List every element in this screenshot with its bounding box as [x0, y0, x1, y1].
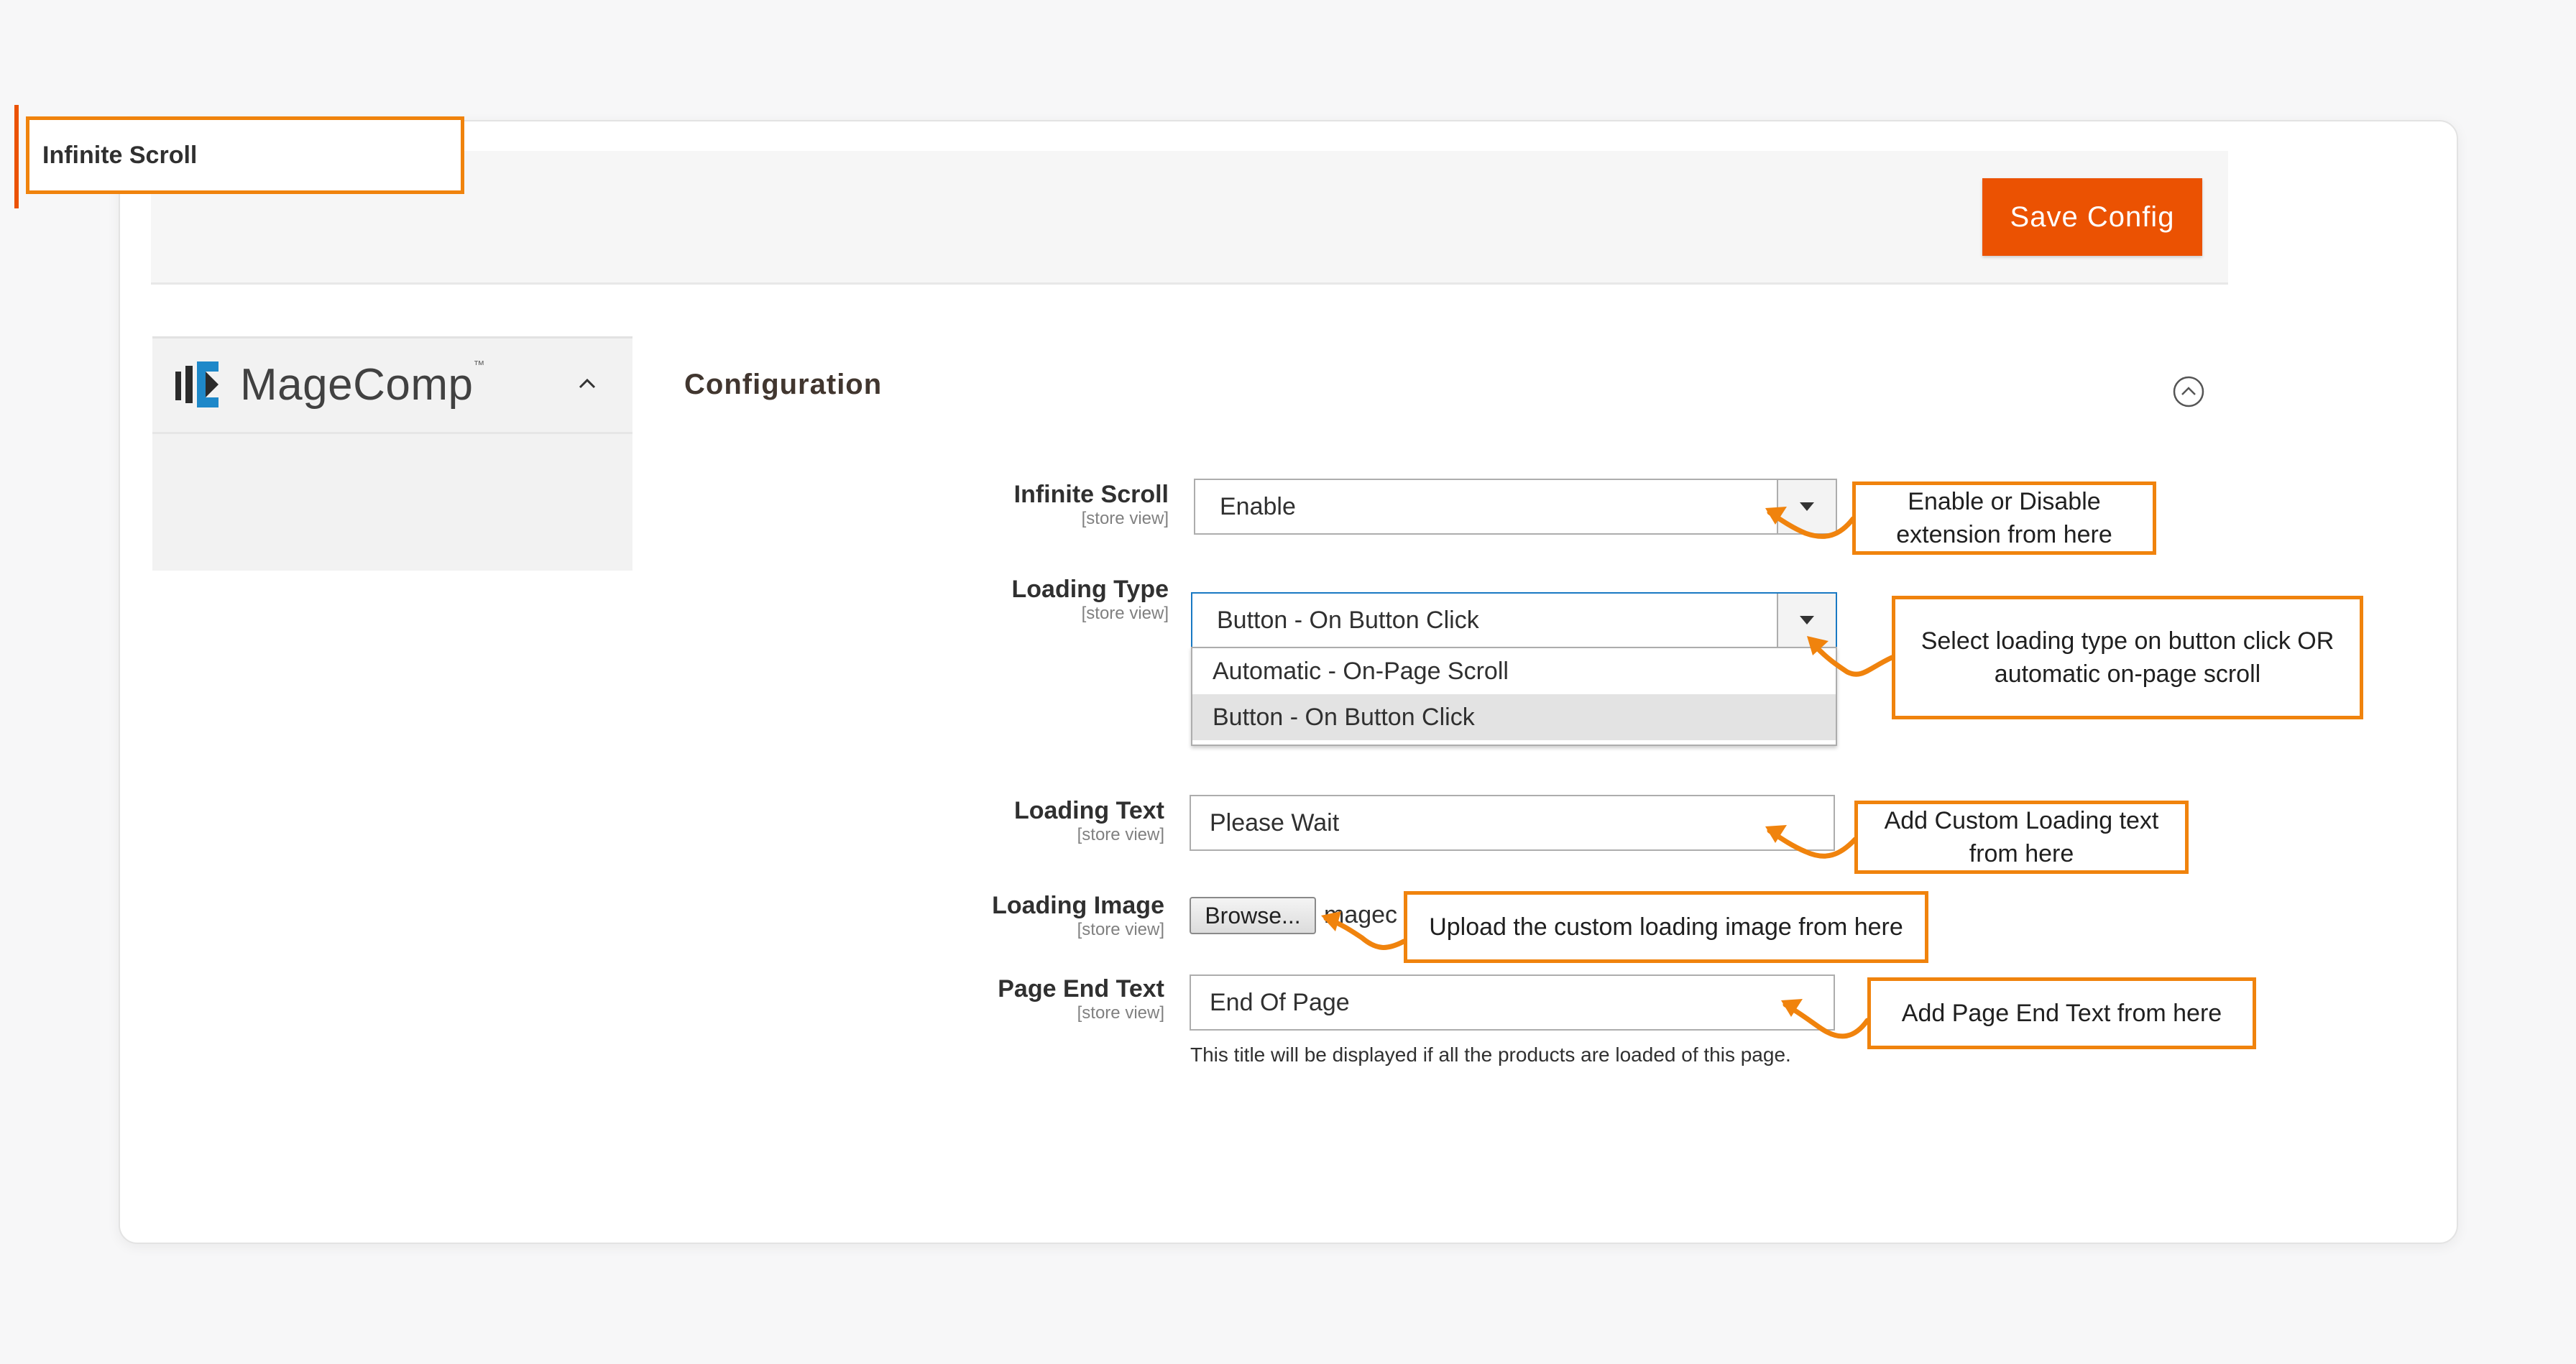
browse-button[interactable]: Browse... [1190, 897, 1316, 934]
collapse-section-icon[interactable] [2172, 375, 2205, 408]
caret-down-icon[interactable] [1777, 480, 1836, 533]
save-config-button[interactable]: Save Config [1982, 178, 2202, 256]
page-end-text-value: End Of Page [1210, 988, 1350, 1016]
infinite-scroll-label: Infinite Scroll [store view] [881, 480, 1169, 529]
brand-name: MageComp™ [240, 359, 485, 410]
page-end-text-label-text: Page End Text [998, 975, 1164, 1003]
caret-down-icon[interactable] [1777, 594, 1836, 647]
callout-enable: Enable or Disable extension from here [1852, 481, 2156, 555]
loading-image-label: Loading Image [store view] [877, 891, 1164, 940]
infinite-scroll-value: Enable [1220, 492, 1296, 520]
loading-text-label-text: Loading Text [1013, 797, 1164, 824]
section-title: Configuration [684, 369, 883, 400]
loading-type-value: Button - On Button Click [1217, 606, 1479, 634]
magecomp-logo: MageComp™ [174, 359, 485, 410]
loading-text-value: Please Wait [1210, 808, 1340, 837]
loading-type-select[interactable]: Button - On Button Click [1191, 592, 1837, 648]
store-view-scope: [store view] [1077, 825, 1164, 844]
page-end-text-input[interactable]: End Of Page [1190, 974, 1835, 1031]
callout-loading-text: Add Custom Loading text from here [1854, 801, 2189, 874]
store-view-scope: [store view] [1081, 509, 1169, 528]
loading-image-label-text: Loading Image [992, 892, 1164, 919]
loading-text-input[interactable]: Please Wait [1190, 795, 1835, 851]
store-view-scope: [store view] [1081, 604, 1169, 623]
loading-type-dropdown: Automatic - On-Page Scroll Button - On B… [1191, 647, 1837, 746]
sidebar-active-indicator [14, 105, 19, 208]
page-end-text-note: This title will be displayed if all the … [1190, 1043, 1791, 1066]
store-view-scope: [store view] [1077, 1003, 1164, 1023]
loading-text-label: Loading Text [store view] [877, 796, 1164, 845]
store-view-scope: [store view] [1077, 920, 1164, 939]
page-end-text-label: Page End Text [store view] [877, 974, 1164, 1023]
sidebar-item-infinite-scroll[interactable]: Infinite Scroll [26, 116, 464, 194]
infinite-scroll-label-text: Infinite Scroll [1013, 481, 1169, 508]
chevron-up-icon[interactable] [573, 369, 602, 397]
infinite-scroll-select[interactable]: Enable [1194, 479, 1837, 535]
magecomp-logo-icon [175, 361, 218, 407]
trademark-mark: ™ [473, 359, 485, 372]
config-sidebar: MageComp™ [152, 336, 632, 571]
selected-file-name: magec [1324, 901, 1398, 928]
dropdown-option-button[interactable]: Button - On Button Click [1192, 694, 1836, 740]
sidebar-section-header[interactable]: MageComp™ [152, 338, 632, 434]
callout-loading-type: Select loading type on button click OR a… [1892, 596, 2363, 719]
loading-type-label: Loading Type [store view] [881, 575, 1169, 624]
callout-page-end: Add Page End Text from here [1867, 977, 2256, 1049]
dropdown-option-automatic[interactable]: Automatic - On-Page Scroll [1192, 648, 1836, 694]
loading-type-label-text: Loading Type [1011, 576, 1169, 603]
callout-loading-image: Upload the custom loading image from her… [1404, 891, 1928, 963]
